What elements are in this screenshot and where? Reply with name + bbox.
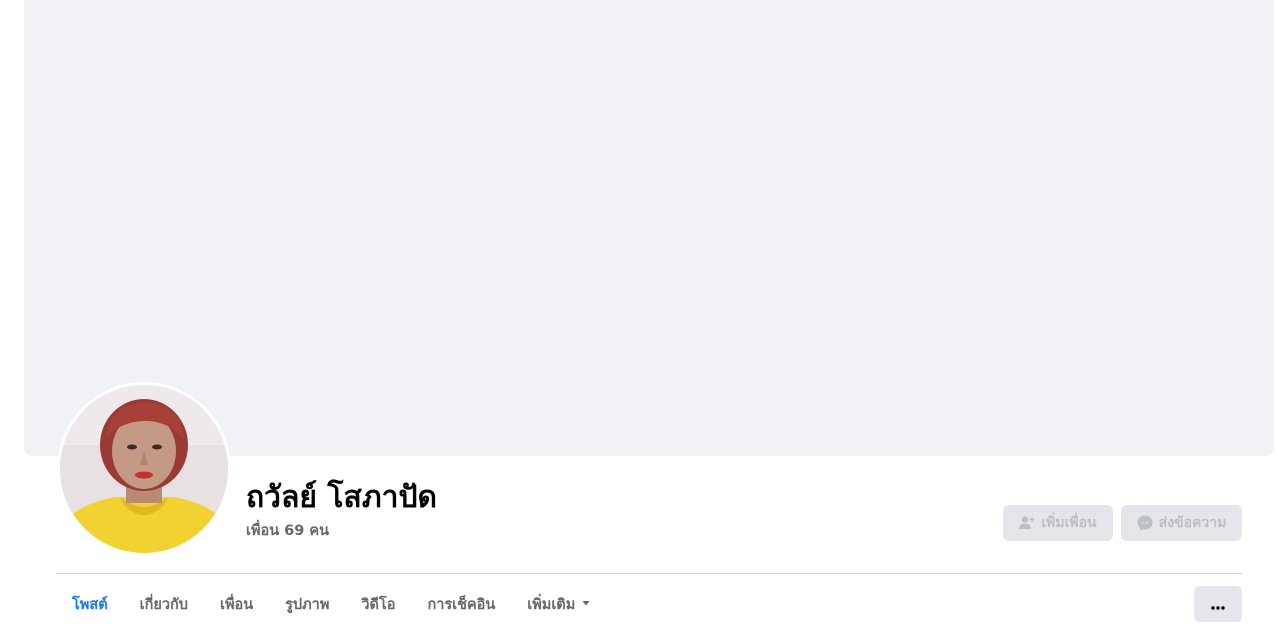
message-label: ส่งข้อความ	[1158, 515, 1227, 531]
avatar-photo	[60, 385, 228, 553]
cover-photo[interactable]	[24, 0, 1274, 456]
more-options-button[interactable]	[1194, 586, 1242, 622]
tab-label: การเช็คอิน	[427, 596, 496, 613]
message-button[interactable]: ส่งข้อความ	[1121, 505, 1242, 541]
tab-photos[interactable]: รูปภาพ	[269, 584, 345, 624]
tab-label: รูปภาพ	[285, 596, 330, 613]
tab-more[interactable]: เพิ่มเติม	[511, 584, 607, 624]
tab-friends[interactable]: เพื่อน	[204, 584, 269, 624]
tab-checkins[interactable]: การเช็คอิน	[411, 584, 511, 624]
friends-count[interactable]: เพื่อน 69 คน	[246, 521, 329, 541]
tab-label: โพสต์	[72, 596, 108, 613]
tab-label: วิดีโอ	[361, 596, 396, 613]
avatar[interactable]	[60, 385, 228, 553]
tab-label: เพิ่มเติม	[527, 596, 576, 613]
add-friend-icon	[1019, 515, 1035, 531]
tab-label: เพื่อน	[219, 596, 254, 613]
add-friend-label: เพิ่มเพื่อน	[1041, 515, 1097, 531]
tab-label: เกี่ยวกับ	[139, 596, 188, 613]
tab-videos[interactable]: วิดีโอ	[345, 584, 411, 624]
add-friend-button[interactable]: เพิ่มเพื่อน	[1003, 505, 1113, 541]
more-horizontal-icon	[1211, 595, 1225, 614]
caret-down-icon	[581, 596, 591, 612]
profile-picture[interactable]	[57, 382, 231, 556]
profile-page: ถวัลย์ โสภาปัด เพื่อน 69 คน เพิ่มเพื่อน …	[0, 0, 1277, 624]
profile-name: ถวัลย์ โสภาปัด	[246, 480, 437, 515]
tab-about[interactable]: เกี่ยวกับ	[124, 584, 204, 624]
divider	[56, 573, 1242, 574]
profile-tabs: โพสต์ เกี่ยวกับ เพื่อน รูปภาพ วิดีโอ การ…	[56, 584, 607, 624]
messenger-icon	[1137, 515, 1153, 531]
tab-posts[interactable]: โพสต์	[56, 584, 124, 624]
